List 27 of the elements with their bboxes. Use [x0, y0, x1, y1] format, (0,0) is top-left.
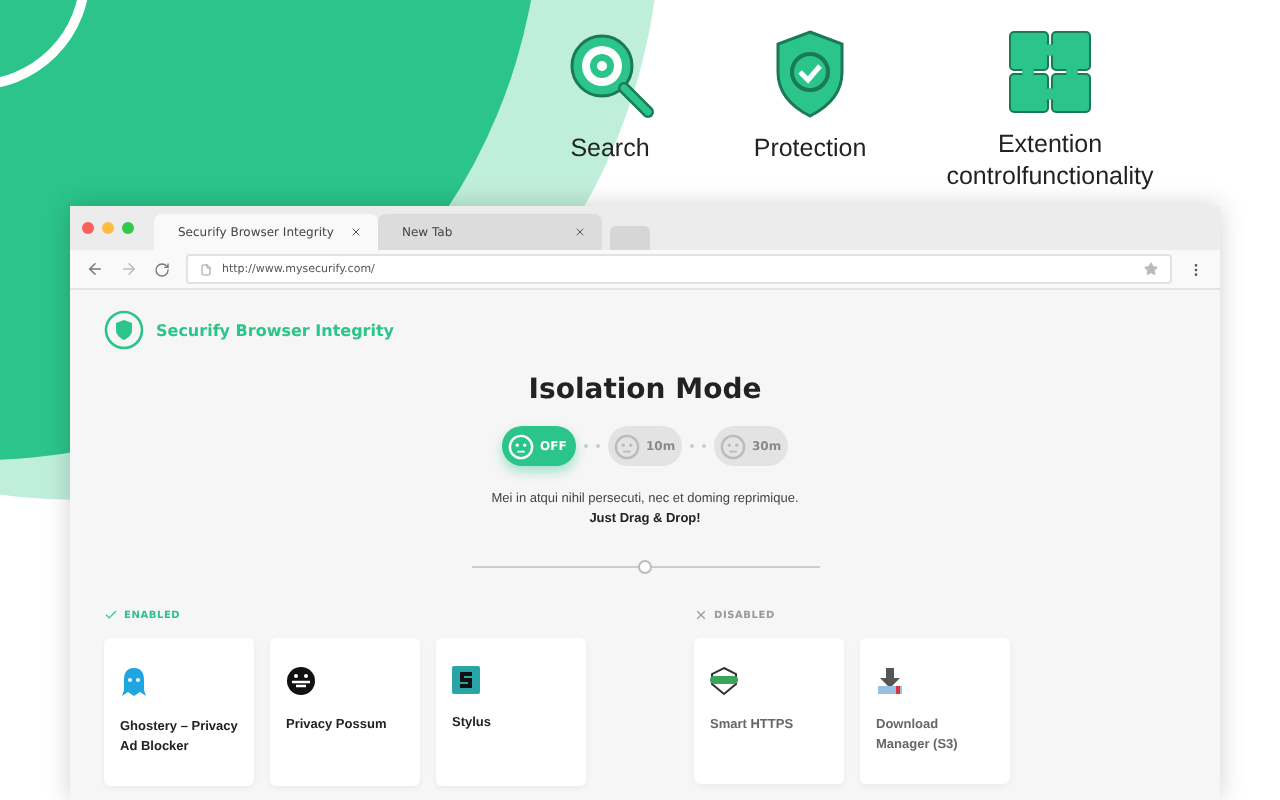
puzzle-icon — [1006, 28, 1094, 116]
shield-logo-icon — [104, 310, 144, 350]
face-icon — [508, 433, 534, 459]
page-title: Isolation Mode — [526, 374, 764, 406]
shield-badge-icon — [710, 666, 738, 696]
slider-thumb[interactable] — [638, 560, 652, 574]
reload-icon[interactable] — [154, 261, 170, 277]
letter-s-icon — [452, 666, 480, 694]
minimize-light-icon[interactable] — [102, 222, 114, 234]
star-icon[interactable] — [1144, 262, 1158, 276]
check-icon — [104, 608, 118, 622]
zoom-light-icon[interactable] — [122, 222, 134, 234]
feature-label: Protection — [751, 132, 869, 164]
back-icon[interactable] — [86, 260, 104, 278]
forward-icon[interactable] — [120, 260, 138, 278]
close-icon[interactable] — [350, 226, 362, 238]
feature-label: Extention controlfunctionality — [944, 128, 1156, 192]
cross-icon — [694, 608, 708, 622]
page-icon — [200, 263, 212, 275]
brand-name: Securify Browser Integrity — [156, 321, 395, 339]
download-icon — [876, 666, 904, 696]
close-icon[interactable] — [574, 226, 586, 238]
ghost-icon — [120, 666, 148, 698]
face-icon — [720, 433, 746, 459]
close-light-icon[interactable] — [82, 222, 94, 234]
feature-label: Search — [568, 132, 652, 164]
face-icon — [614, 433, 640, 459]
